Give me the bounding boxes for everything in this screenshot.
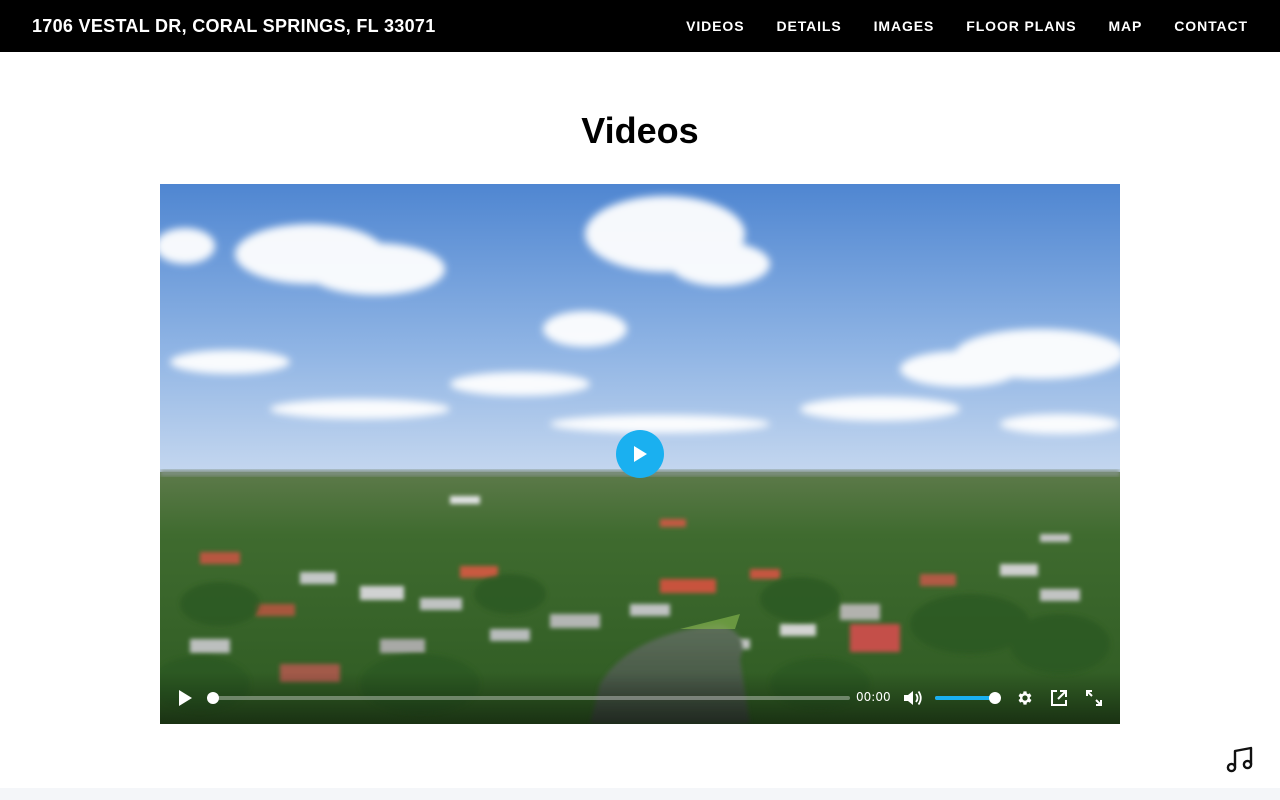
footer-strip [0,788,1280,800]
play-icon [634,446,647,462]
seek-thumb[interactable] [207,692,219,704]
big-play-button[interactable] [616,430,664,478]
play-icon [179,690,192,706]
popout-icon [1051,690,1067,706]
popout-button[interactable] [1048,687,1070,709]
nav-link-map[interactable]: MAP [1108,18,1142,34]
background-music-toggle[interactable] [1224,744,1256,776]
control-play-button[interactable] [174,687,196,709]
settings-icon [1018,691,1032,705]
main-nav: VIDEOS DETAILS IMAGES FLOOR PLANS MAP CO… [654,18,1248,34]
section-title: Videos [581,110,699,151]
fullscreen-button[interactable] [1083,687,1105,709]
nav-link-contact[interactable]: CONTACT [1174,18,1248,34]
music-note-icon [1226,746,1253,773]
volume-icon [904,690,922,706]
seek-bar[interactable] [207,692,850,704]
volume-slider[interactable] [935,692,1001,704]
nav-link-images[interactable]: IMAGES [874,18,935,34]
nav-link-videos[interactable]: VIDEOS [686,18,744,34]
settings-button[interactable] [1014,687,1036,709]
volume-level [935,696,995,700]
property-address-title[interactable]: 1706 VESTAL DR, CORAL SPRINGS, FL 33071 [32,16,436,37]
nav-link-details[interactable]: DETAILS [776,18,841,34]
video-player[interactable]: 00:00 [160,184,1120,724]
mute-button[interactable] [902,687,924,709]
current-time: 00:00 [856,690,891,704]
fullscreen-icon [1086,690,1102,706]
nav-link-floor-plans[interactable]: FLOOR PLANS [966,18,1076,34]
top-navigation-bar: 1706 VESTAL DR, CORAL SPRINGS, FL 33071 … [0,0,1280,52]
volume-thumb[interactable] [989,692,1001,704]
